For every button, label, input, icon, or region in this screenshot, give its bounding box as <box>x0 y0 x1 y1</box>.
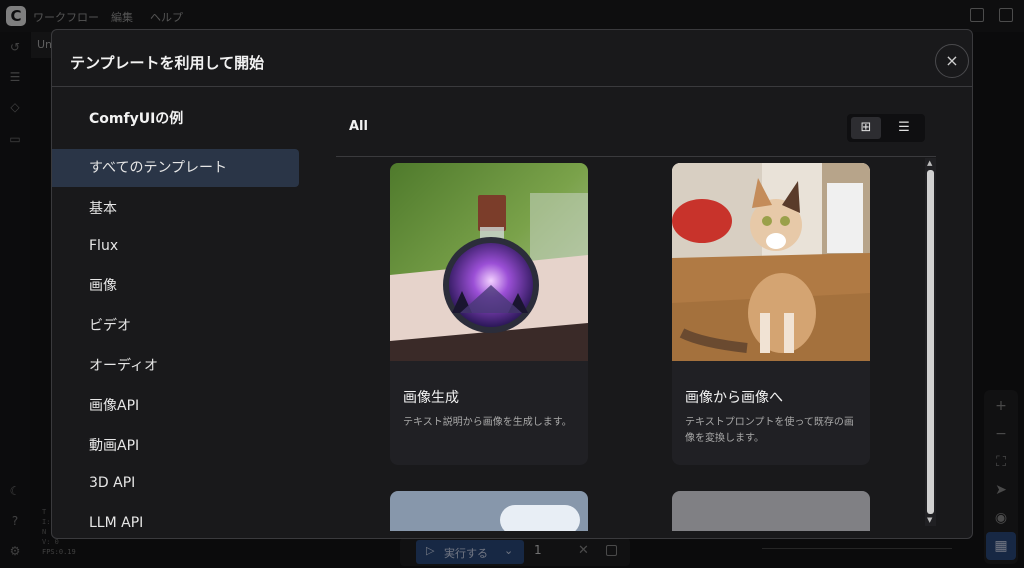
close-button[interactable]: × <box>935 44 969 78</box>
cat-thumbnail <box>672 163 870 361</box>
card-description: テキスト説明から画像を生成します。 <box>403 417 572 428</box>
template-card[interactable]: 画像から画像へ テキストプロンプトを使って既存の画像を変換します。 <box>672 163 870 465</box>
scroll-up-icon[interactable]: ▲ <box>927 159 932 167</box>
content-title: All <box>349 119 368 134</box>
card-title: 画像生成 <box>403 390 459 406</box>
grid-view-button[interactable]: ⊞ <box>851 117 881 139</box>
template-dialog: テンプレートを利用して開始 × ComfyUIの例 すべてのテンプレート 基本 … <box>51 29 973 539</box>
nav-item-audio[interactable]: オーディオ <box>52 347 299 385</box>
card-title: 画像から画像へ <box>685 390 783 406</box>
nav-item-flux[interactable]: Flux <box>52 227 299 265</box>
divider <box>336 156 936 157</box>
card-description: テキストプロンプトを使って既存の画像を変換します。 <box>685 417 854 444</box>
list-view-button[interactable]: ☰ <box>889 117 919 139</box>
close-icon: × <box>945 51 959 70</box>
nav-item-3d-api[interactable]: 3D API <box>52 464 299 502</box>
bottle-galaxy-thumbnail <box>390 163 588 361</box>
nav-item-image[interactable]: 画像 <box>52 267 299 305</box>
nav-item-basic[interactable]: 基本 <box>52 190 299 228</box>
nav-item-all-templates[interactable]: すべてのテンプレート <box>52 149 299 187</box>
template-card[interactable] <box>390 491 588 531</box>
list-icon: ☰ <box>898 120 910 135</box>
nav-heading: ComfyUIの例 <box>89 111 184 127</box>
grid-icon: ⊞ <box>860 120 872 135</box>
scroll-thumb[interactable] <box>927 170 934 514</box>
nav-item-llm-api[interactable]: LLM API <box>52 504 299 538</box>
template-card[interactable]: 画像生成 テキスト説明から画像を生成します。 <box>390 163 588 465</box>
nav-item-video[interactable]: ビデオ <box>52 307 299 345</box>
view-mode-toggle: ⊞ ☰ <box>847 114 925 142</box>
scroll-down-icon[interactable]: ▼ <box>927 516 932 524</box>
dialog-title: テンプレートを利用して開始 <box>70 54 265 72</box>
template-scrollbar[interactable]: ▲ ▼ <box>925 158 936 526</box>
nav-item-video-api[interactable]: 動画API <box>52 427 299 465</box>
template-card[interactable] <box>672 491 870 531</box>
nav-item-image-api[interactable]: 画像API <box>52 387 299 425</box>
dialog-header: テンプレートを利用して開始 × <box>52 30 972 87</box>
